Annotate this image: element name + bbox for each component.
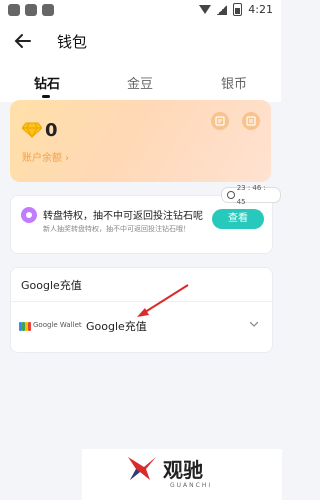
bill-button[interactable]	[242, 112, 260, 130]
wheel-icon	[21, 207, 37, 223]
clock-icon	[227, 191, 235, 199]
currency-tabs: 钻石 金豆 银币	[0, 62, 281, 102]
chevron-down-icon[interactable]	[250, 322, 258, 327]
google-wallet-label: Google Wallet	[33, 321, 82, 329]
countdown-timer: 23 : 46 : 45	[221, 184, 281, 206]
watermark-subtext: GUANCHI	[170, 482, 213, 489]
signal-icon	[217, 4, 228, 15]
status-bar: 4:21	[0, 0, 281, 22]
promo-subtitle: 新人抽奖转盘特权，抽不中可返回投注钻石哦！	[43, 225, 190, 233]
status-notification-icons	[8, 4, 54, 16]
countdown-text: 23 : 46 : 45	[236, 184, 266, 206]
balance-value: 0	[45, 120, 58, 141]
balance-link[interactable]: 账户余额 ›	[22, 149, 69, 164]
notification-icon	[8, 4, 20, 16]
google-pay-header: Google充值	[21, 279, 82, 292]
watermark: 观驰 GUANCHI	[82, 449, 282, 500]
wifi-icon	[199, 5, 212, 14]
diamond-icon	[22, 122, 42, 138]
page-title: 钱包	[57, 33, 88, 51]
status-time: 4:21	[248, 3, 273, 16]
tab-silver-coin[interactable]: 银币	[221, 73, 247, 92]
watermark-text: 观驰	[163, 458, 203, 482]
annotation-arrow-icon	[137, 284, 189, 317]
tab-gold-bean[interactable]: 金豆	[127, 73, 153, 92]
guanchi-logo-icon	[128, 457, 156, 480]
record-icon	[215, 116, 225, 126]
record-button[interactable]	[211, 112, 229, 130]
view-button[interactable]: 查看	[212, 209, 264, 229]
status-system-icons: 4:21	[199, 3, 273, 16]
balance-card: 0 账户余额 ›	[10, 100, 271, 182]
promo-title: 转盘特权，抽不中可返回投注钻石呢	[43, 211, 203, 222]
bill-icon	[246, 116, 256, 126]
notification-icon	[25, 4, 37, 16]
google-pay-option[interactable]: Google充值	[86, 318, 147, 334]
notification-icon	[42, 4, 54, 16]
back-arrow-icon[interactable]	[12, 30, 34, 52]
top-bar: 钱包	[0, 22, 281, 62]
google-wallet-logo-icon	[19, 322, 31, 331]
battery-icon	[233, 3, 243, 16]
tab-diamond[interactable]: 钻石	[34, 73, 60, 92]
active-tab-indicator	[42, 95, 50, 98]
